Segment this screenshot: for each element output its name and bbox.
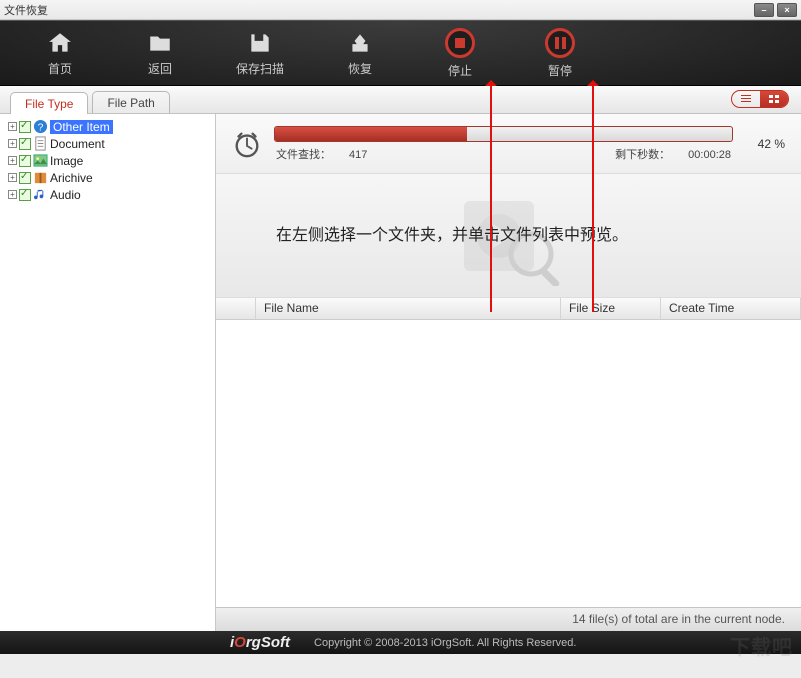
content-area: 文件查找：417 剩下秒数：00:00:28 42 % 在左侧选择一个文件夹，并… (216, 114, 801, 631)
title-bar: 文件恢复 – × (0, 0, 801, 20)
th-filename[interactable]: File Name (256, 298, 561, 319)
archive-icon (33, 170, 48, 185)
preview-panel: 在左侧选择一个文件夹，并单击文件列表中预览。 (216, 174, 801, 298)
expand-icon[interactable]: + (8, 173, 17, 182)
progress-fill (275, 127, 467, 141)
sidebar-tree: + ? Other Item + Document + Image + Aric… (0, 114, 216, 631)
table-header: File Name File Size Create Time (216, 298, 801, 320)
minimize-button[interactable]: – (754, 3, 774, 17)
question-icon: ? (33, 119, 48, 134)
document-icon (33, 136, 48, 151)
annotation-arrow-pause (592, 82, 594, 312)
audio-icon (33, 187, 48, 202)
tab-file-path[interactable]: File Path (92, 91, 169, 113)
pause-icon (545, 28, 575, 58)
footer: iOrgSoft Copyright © 2008-2013 iOrgSoft.… (0, 631, 801, 654)
recover-label: 恢复 (348, 60, 372, 77)
back-label: 返回 (148, 60, 172, 77)
back-button[interactable]: 返回 (110, 23, 210, 83)
save-scan-label: 保存扫描 (236, 60, 284, 77)
preview-message: 在左侧选择一个文件夹，并单击文件列表中预览。 (276, 224, 628, 248)
tree-label: Audio (50, 188, 81, 202)
folder-back-icon (145, 30, 175, 56)
recover-button[interactable]: 恢复 (310, 23, 410, 83)
tree-label: Other Item (50, 120, 113, 134)
save-icon (245, 30, 275, 56)
svg-text:?: ? (38, 122, 44, 133)
expand-icon[interactable]: + (8, 122, 17, 131)
image-icon (33, 153, 48, 168)
tree-item-other[interactable]: + ? Other Item (2, 118, 213, 135)
table-body (216, 320, 801, 607)
checkbox[interactable] (19, 172, 31, 184)
tabs-row: File Type File Path (0, 86, 801, 114)
tab-file-type[interactable]: File Type (10, 92, 88, 114)
checkbox[interactable] (19, 121, 31, 133)
expand-icon[interactable]: + (8, 139, 17, 148)
tree-item-image[interactable]: + Image (2, 152, 213, 169)
progress-percent: 42 % (745, 137, 785, 151)
window-title: 文件恢复 (4, 2, 754, 18)
brand-logo: iOrgSoft (230, 634, 290, 651)
stop-label: 停止 (448, 62, 472, 79)
tree-label: Document (50, 137, 105, 151)
close-button[interactable]: × (777, 3, 797, 17)
tree-label: Image (50, 154, 83, 168)
annotation-arrow-stop (490, 82, 492, 312)
th-filesize[interactable]: File Size (561, 298, 661, 319)
expand-icon[interactable]: + (8, 156, 17, 165)
home-label: 首页 (48, 60, 72, 77)
checkbox[interactable] (19, 189, 31, 201)
pause-label: 暂停 (548, 62, 572, 79)
tree-item-archive[interactable]: + Arichive (2, 169, 213, 186)
time-remaining: 剩下秒数：00:00:28 (615, 146, 731, 162)
stop-icon (445, 28, 475, 58)
view-list-icon (732, 91, 760, 107)
view-toggle[interactable] (731, 90, 789, 108)
progress-panel: 文件查找：417 剩下秒数：00:00:28 42 % (216, 114, 801, 174)
tree-item-document[interactable]: + Document (2, 135, 213, 152)
home-icon (45, 30, 75, 56)
checkbox[interactable] (19, 155, 31, 167)
recover-icon (345, 30, 375, 56)
home-button[interactable]: 首页 (10, 23, 110, 83)
window-controls: – × (754, 3, 797, 17)
clock-icon (232, 129, 262, 159)
main-area: + ? Other Item + Document + Image + Aric… (0, 114, 801, 631)
checkbox[interactable] (19, 138, 31, 150)
th-createtime[interactable]: Create Time (661, 298, 801, 319)
expand-icon[interactable]: + (8, 190, 17, 199)
files-found: 文件查找：417 (276, 146, 367, 162)
status-bar: 14 file(s) of total are in the current n… (216, 607, 801, 631)
save-scan-button[interactable]: 保存扫描 (210, 23, 310, 83)
progress-bar (274, 126, 733, 142)
th-checkbox[interactable] (216, 298, 256, 319)
tree-item-audio[interactable]: + Audio (2, 186, 213, 203)
copyright: Copyright © 2008-2013 iOrgSoft. All Righ… (314, 637, 576, 649)
view-grid-icon (760, 91, 788, 107)
tree-label: Arichive (50, 171, 93, 185)
main-toolbar: 首页 返回 保存扫描 恢复 停止 暂停 (0, 20, 801, 86)
